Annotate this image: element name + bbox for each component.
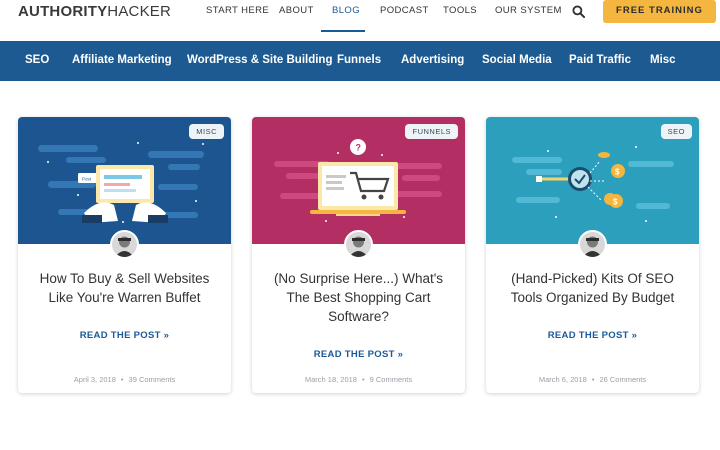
category-wordpress[interactable]: WordPress & Site Building [187,54,332,66]
category-affiliate-marketing[interactable]: Affiliate Marketing [72,54,172,66]
post-date: April 3, 2018 [73,375,116,384]
category-tag[interactable]: FUNNELS [405,124,458,139]
author-avatar [344,230,373,259]
nav-podcast[interactable]: PODCAST [380,5,429,16]
post-comments[interactable]: 39 Comments [129,375,176,384]
svg-text:?: ? [356,143,362,153]
post-date: March 18, 2018 [304,375,357,384]
category-funnels[interactable]: Funnels [337,54,381,66]
site-logo[interactable]: AUTHORITYHACKER [18,3,171,20]
svg-text:$: $ [613,198,618,207]
category-social-media[interactable]: Social Media [482,54,552,66]
nav-about[interactable]: ABOUT [279,5,314,16]
author-avatar [110,230,139,259]
post-card[interactable]: Post MISC How To Buy & Sell Websites Lik… [18,117,231,393]
read-post-link[interactable]: READ THE POST » [252,349,465,360]
nav-our-system[interactable]: OUR SYSTEM [495,5,562,16]
post-thumbnail[interactable]: Post MISC [18,117,231,244]
active-nav-indicator [321,30,365,32]
site-header: AUTHORITYHACKER START HERE ABOUT BLOG PO… [0,0,720,40]
read-post-link[interactable]: READ THE POST » [18,330,231,341]
category-misc[interactable]: Misc [650,54,676,66]
category-nav: SEO Affiliate Marketing WordPress & Site… [0,41,720,81]
search-icon[interactable] [572,5,585,18]
free-training-button[interactable]: FREE TRAINING [603,0,716,23]
post-title[interactable]: How To Buy & Sell Websites Like You're W… [28,269,221,307]
read-post-link[interactable]: READ THE POST » [486,330,699,341]
post-title[interactable]: (Hand-Picked) Kits Of SEO Tools Organize… [496,269,689,307]
post-thumbnail[interactable]: ? FUNNELS [252,117,465,244]
nav-tools[interactable]: TOOLS [443,5,477,16]
author-avatar [578,230,607,259]
category-advertising[interactable]: Advertising [401,54,464,66]
nav-start-here[interactable]: START HERE [206,5,269,16]
category-seo[interactable]: SEO [25,54,49,66]
post-title[interactable]: (No Surprise Here...) What's The Best Sh… [262,269,455,326]
post-thumbnail[interactable]: $ $ SEO [486,117,699,244]
post-date: March 6, 2018 [538,375,587,384]
category-tag[interactable]: SEO [660,124,692,139]
post-card[interactable]: $ $ SEO (Hand-Picked) Kits Of SEO Tools … [486,117,699,393]
category-paid-traffic[interactable]: Paid Traffic [569,54,631,66]
svg-text:$: $ [615,168,620,177]
post-comments[interactable]: 26 Comments [599,375,646,384]
post-meta: April 3, 2018 • 39 Comments [73,375,176,384]
post-label-text: Post [82,177,92,182]
nav-blog[interactable]: BLOG [332,5,360,16]
category-tag[interactable]: MISC [189,124,224,139]
post-meta: March 6, 2018 • 26 Comments [538,375,647,384]
post-meta: March 18, 2018 • 9 Comments [304,375,413,384]
post-card[interactable]: ? FUNNELS (No Surprise Here...) What's T… [252,117,465,393]
post-comments[interactable]: 9 Comments [370,375,413,384]
